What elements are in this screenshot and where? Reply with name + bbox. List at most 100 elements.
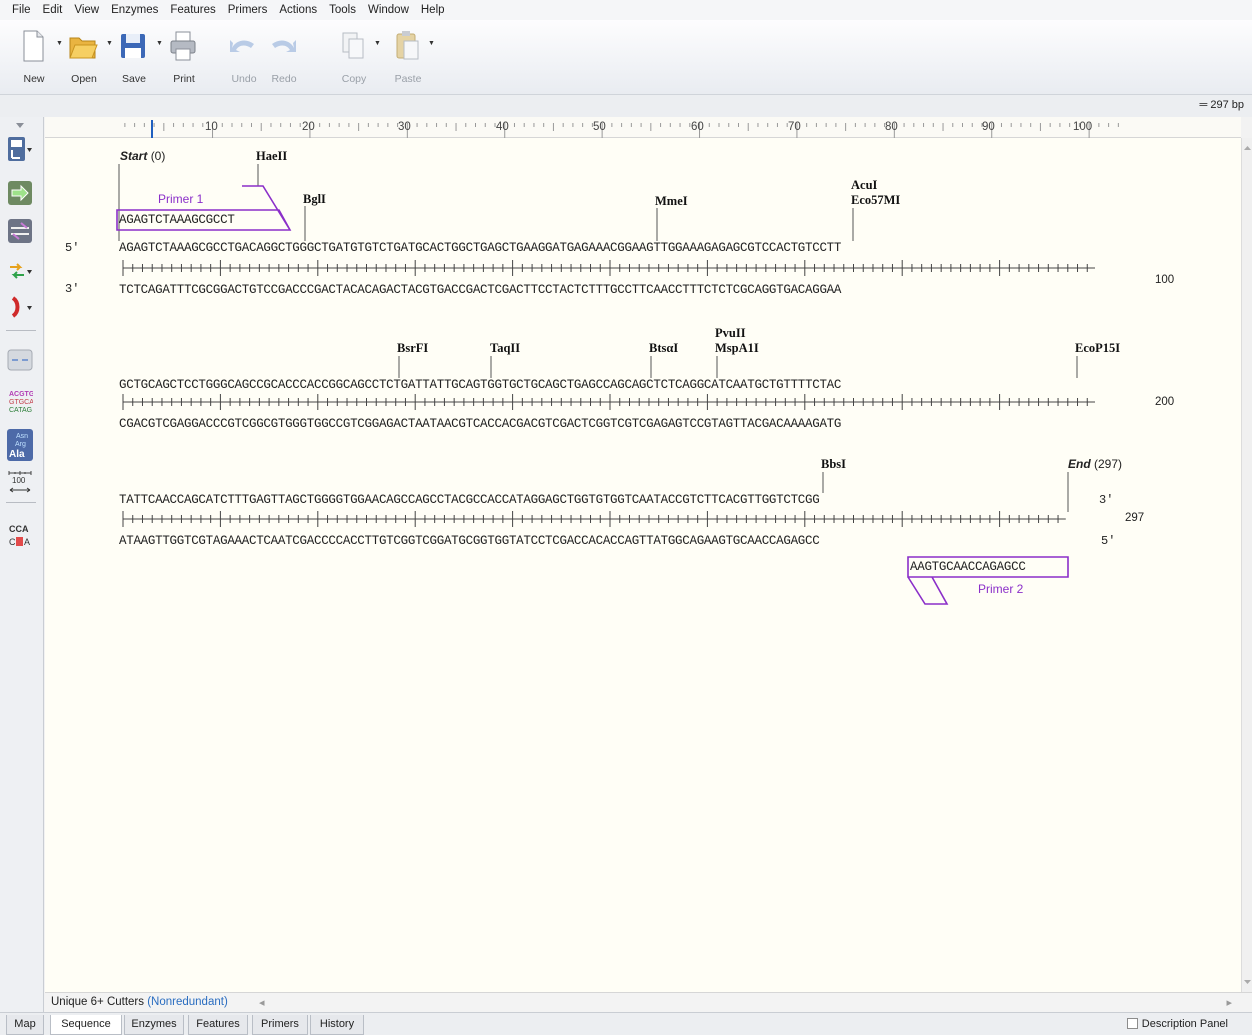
undo-arrow-icon xyxy=(230,40,254,52)
new-button[interactable]: ▼ New xyxy=(12,26,63,88)
print-button[interactable]: Print xyxy=(162,26,206,88)
sequence-length-bar: ═ 297 bp xyxy=(0,95,1252,117)
enzyme-ecop15i[interactable]: EcoP15I xyxy=(1075,341,1120,356)
row3-three-prime: 3′ xyxy=(1099,493,1114,507)
copy-button[interactable]: ▼ Copy xyxy=(332,26,381,88)
ruler-label-90: 90 xyxy=(982,121,995,133)
save-button[interactable]: ▼ Save xyxy=(112,26,163,88)
row1-top-strand[interactable]: AGAGTCTAAAGCGCCTGACAGGCTGGGCTGATGTGTCTGA… xyxy=(119,241,841,255)
sequence-view[interactable]: Start (0) HaeII BglI MmeI AcuI Eco57MI P… xyxy=(45,138,1241,992)
description-panel-checkbox[interactable] xyxy=(1126,1018,1138,1029)
enzyme-bbsi[interactable]: BbsI xyxy=(821,457,846,472)
ruler-label-80: 80 xyxy=(885,121,898,133)
menu-edit[interactable]: Edit xyxy=(37,4,69,16)
paste-label: Paste xyxy=(394,73,422,85)
row3-bottom-strand[interactable]: ATAAGTTGGTCGTAGAAACTCAATCGACCCCACCTTGTCG… xyxy=(119,534,820,548)
orf-toggle-button[interactable] xyxy=(7,258,33,284)
enzyme-bsrfi[interactable]: BsrFI xyxy=(397,341,428,356)
end-word: End xyxy=(1068,457,1091,471)
row1-bottom-strand[interactable]: TCTCAGATTTCGCGGACTGTCCGACCCGACTACACAGACT… xyxy=(119,283,841,297)
tab-map[interactable]: Map xyxy=(6,1015,44,1035)
tools-divider xyxy=(6,330,36,331)
menu-actions[interactable]: Actions xyxy=(273,4,323,16)
redo-arrow-icon xyxy=(272,40,296,52)
menu-features[interactable]: Features xyxy=(164,4,221,16)
undo-button[interactable]: Undo xyxy=(222,26,266,88)
enzyme-mmei[interactable]: MmeI xyxy=(655,194,688,209)
copy-dropdown-icon[interactable]: ▼ xyxy=(374,40,381,47)
enzyme-haeii[interactable]: HaeII xyxy=(256,149,287,164)
complement-toggle[interactable]: CCA C A xyxy=(7,522,33,550)
enzyme-pvuii[interactable]: PvuII xyxy=(715,326,746,341)
start-word: Start xyxy=(120,149,148,163)
restriction-sites-button[interactable] xyxy=(7,347,33,373)
ruler-toggle[interactable]: 100 xyxy=(7,469,33,495)
scroll-up-icon[interactable] xyxy=(1242,142,1252,154)
open-button[interactable]: ▼ Open xyxy=(62,26,113,88)
enzyme-set-selector[interactable]: Unique 6+ Cutters (Nonredundant) xyxy=(51,996,228,1008)
sequence-ruler: 10 20 30 40 50 60 70 80 90 100 xyxy=(45,117,1241,138)
sequence-length: ═ 297 bp xyxy=(1199,99,1244,111)
select-mode-button[interactable] xyxy=(7,136,33,162)
ruler-label-20: 20 xyxy=(302,121,315,133)
enzyme-taqii[interactable]: TaqII xyxy=(490,341,520,356)
ruler-label-70: 70 xyxy=(788,121,801,133)
tab-primers[interactable]: Primers xyxy=(252,1015,308,1035)
tab-sequence[interactable]: Sequence xyxy=(50,1015,122,1035)
primer-1-sequence[interactable]: AGAGTCTAAAGCGCCT xyxy=(119,213,235,227)
acgt-letters-icon: ACGTGGTGCACATAG xyxy=(9,391,35,414)
menu-tools[interactable]: Tools xyxy=(323,4,362,16)
vertical-scrollbar[interactable] xyxy=(1241,138,1252,992)
open-folder-icon xyxy=(69,37,98,59)
tab-enzymes[interactable]: Enzymes xyxy=(124,1015,184,1035)
row3-five-prime: 5′ xyxy=(1101,534,1116,548)
dna-sequence-toggle[interactable]: ACGTG GTGCA CATAG xyxy=(7,387,35,419)
start-label: Start (0) xyxy=(120,149,165,163)
length-equals-icon: ═ xyxy=(1199,99,1208,111)
menu-primers[interactable]: Primers xyxy=(222,4,274,16)
redo-button[interactable]: Redo xyxy=(262,26,306,88)
scroll-down-icon[interactable] xyxy=(1242,976,1252,988)
translation-toggle[interactable]: Asn Arg Ala xyxy=(7,429,33,461)
paste-button[interactable]: ▼ Paste xyxy=(386,26,435,88)
show-both-strands-button[interactable] xyxy=(7,218,33,244)
row3-end-number: 297 xyxy=(1125,512,1145,524)
row3-top-strand[interactable]: TATTCAACCAGCATCTTTGAGTTAGCTGGGGTGGAACAGC… xyxy=(119,493,820,507)
tab-history[interactable]: History xyxy=(310,1015,364,1035)
primer-2-label[interactable]: Primer 2 xyxy=(978,582,1023,596)
enzyme-set-name: Unique 6+ Cutters xyxy=(51,996,145,1008)
primer-2-sequence[interactable]: AAGTGCAACCAGAGCC xyxy=(910,560,1026,574)
view-tabs: Map Sequence Enzymes Features Primers Hi… xyxy=(0,1012,1252,1035)
primer-display-button[interactable] xyxy=(7,294,33,320)
tab-features[interactable]: Features xyxy=(188,1015,248,1035)
redo-label: Redo xyxy=(271,73,297,85)
collapse-arrow-icon[interactable] xyxy=(14,119,26,131)
enzyme-acui[interactable]: AcuI xyxy=(851,178,877,193)
enzyme-eco57mi[interactable]: Eco57MI xyxy=(851,193,900,208)
menu-window[interactable]: Window xyxy=(362,4,415,16)
menu-view[interactable]: View xyxy=(68,4,105,16)
description-panel-toggle[interactable]: Description Panel xyxy=(1126,1018,1228,1030)
svg-text:GTGCA: GTGCA xyxy=(9,399,33,406)
svg-text:Asn: Asn xyxy=(16,433,28,440)
row2-bottom-strand[interactable]: CGACGTCGAGGACCCGTCGGCGTGGGTGGCCGTCGGAGAC… xyxy=(119,417,841,431)
clipboard-icon xyxy=(396,31,419,60)
menu-help[interactable]: Help xyxy=(415,4,451,16)
menu-enzymes[interactable]: Enzymes xyxy=(105,4,164,16)
enzyme-set-detail: (Nonredundant) xyxy=(147,996,228,1008)
row2-top-strand[interactable]: GCTGCAGCTCCTGGGCAGCCGCACCCACCGGCAGCCTCTG… xyxy=(119,378,841,392)
menu-file[interactable]: File xyxy=(6,4,37,16)
enzyme-set-scroll-left-icon[interactable]: ◂ xyxy=(259,996,265,1009)
enzyme-bgli[interactable]: BglI xyxy=(303,192,326,207)
paste-dropdown-icon[interactable]: ▼ xyxy=(428,40,435,47)
enzyme-btsai[interactable]: BtsαI xyxy=(649,341,678,356)
sequence-lines xyxy=(116,164,1095,605)
ruler-label-60: 60 xyxy=(691,121,704,133)
enzyme-mspa1i[interactable]: MspA1I xyxy=(715,341,759,356)
end-value: (297) xyxy=(1094,457,1123,471)
svg-text:A: A xyxy=(24,537,30,547)
show-features-button[interactable] xyxy=(7,180,33,206)
enzyme-set-scroll-right-icon[interactable]: ▸ xyxy=(1226,996,1232,1009)
amino-acid-icon: AsnArgAla xyxy=(7,429,33,461)
primer-1-label[interactable]: Primer 1 xyxy=(158,192,203,206)
